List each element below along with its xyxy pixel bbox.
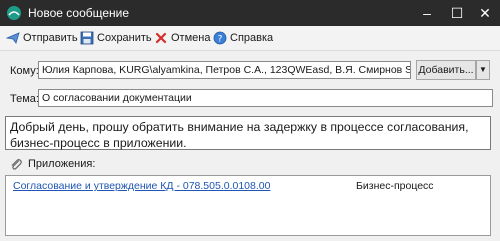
paperclip-icon (11, 159, 22, 170)
subject-field[interactable]: О согласовании документации (38, 89, 493, 107)
cancel-button-label: Отмена (171, 32, 211, 44)
attachments-list: Согласование и утверждение КД - 078.505.… (5, 175, 491, 236)
chevron-down-icon[interactable]: ▼ (476, 60, 490, 80)
help-button-label: Справка (230, 32, 274, 44)
attachments-label: Приложения: (28, 158, 96, 170)
help-icon: ? (213, 31, 227, 45)
save-button-label: Сохранить (97, 32, 152, 44)
subject-label: Тема: (10, 93, 39, 105)
recipients-field[interactable]: Юлия Карпова, KURG\alyamkina, Петров С.А… (38, 61, 411, 79)
minimize-icon[interactable]: – (412, 0, 442, 26)
save-icon (80, 31, 94, 45)
maximize-icon[interactable]: ☐ (442, 0, 472, 26)
cancel-icon (155, 32, 167, 44)
svg-text:?: ? (218, 35, 223, 45)
message-form: Кому: Юлия Карпова, KURG\alyamkina, Петр… (0, 51, 500, 241)
add-recipients-button[interactable]: Добавить... (416, 60, 476, 80)
send-button[interactable]: Отправить (6, 30, 78, 46)
title-bar: Новое сообщение – ☐ ✕ (0, 0, 500, 26)
toolbar: Отправить Сохранить Отмена ? Справка (0, 26, 500, 51)
window-title: Новое сообщение (28, 6, 130, 20)
recipients-label: Кому: (10, 65, 39, 77)
close-icon[interactable]: ✕ (470, 0, 500, 26)
attachment-type: Бизнес-процесс (356, 180, 434, 192)
save-button[interactable]: Сохранить (80, 30, 152, 46)
app-logo-icon (7, 6, 21, 20)
message-body[interactable]: Добрый день, прошу обратить внимание на … (5, 116, 491, 150)
send-icon (6, 32, 20, 44)
send-button-label: Отправить (23, 32, 78, 44)
attachment-link[interactable]: Согласование и утверждение КД - 078.505.… (13, 180, 270, 192)
cancel-button[interactable]: Отмена (154, 30, 210, 46)
help-button[interactable]: ? Справка (213, 30, 273, 46)
